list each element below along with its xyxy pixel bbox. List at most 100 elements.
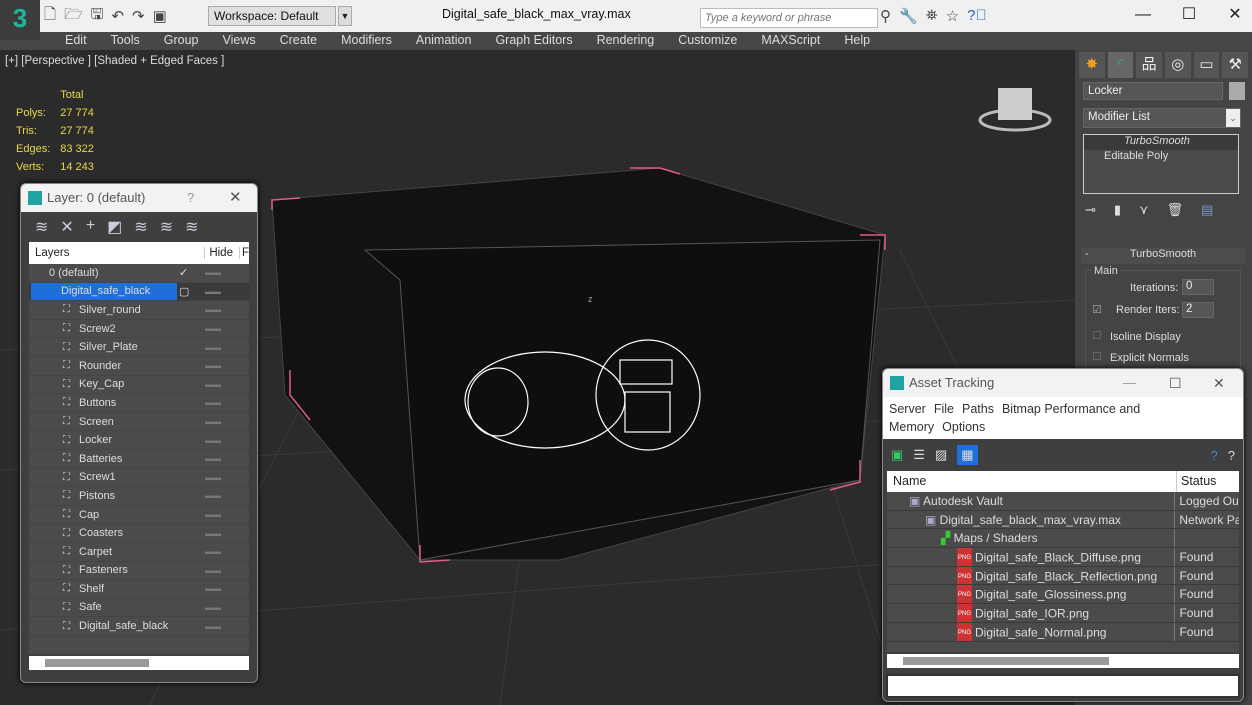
column-layers[interactable]: Layers xyxy=(29,247,176,259)
maximize-button[interactable]: ☐ xyxy=(1169,369,1182,397)
undo-icon[interactable]: ↶ xyxy=(111,7,124,25)
hide-toggle[interactable]: ▬▬ xyxy=(205,566,221,575)
hide-toggle[interactable]: ▬▬ xyxy=(205,436,221,445)
menu-group[interactable]: Group xyxy=(152,32,211,50)
menu-tools[interactable]: Tools xyxy=(99,32,152,50)
menu-rendering[interactable]: Rendering xyxy=(585,32,667,50)
hide-toggle[interactable]: ▬▬ xyxy=(205,622,221,631)
scrollbar-thumb[interactable] xyxy=(45,658,149,667)
asset-menu-server[interactable]: Server xyxy=(889,402,926,416)
asset-menu-bitmap-performance-and-memory[interactable]: Bitmap Performance and Memory xyxy=(889,402,1140,434)
search-input[interactable] xyxy=(700,8,878,28)
new-file-icon[interactable]: 🗋 xyxy=(44,4,56,29)
app-logo-button[interactable]: 3 xyxy=(0,0,40,40)
hide-toggle[interactable]: ▬▬ xyxy=(205,584,221,593)
layer-object-row[interactable]: ⛶ Coasters ▬▬ xyxy=(29,524,249,543)
create-tab-icon[interactable]: ✸ xyxy=(1079,52,1105,78)
layer-object-row[interactable]: ⛶ Buttons ▬▬ xyxy=(29,394,249,413)
new-layer-icon[interactable]: ≋ xyxy=(35,217,48,237)
help-icon[interactable]: ?⃝ xyxy=(967,7,987,25)
thumbnail-icon[interactable]: ▨ xyxy=(935,447,947,463)
object-color-swatch[interactable] xyxy=(1229,82,1245,100)
viewcube[interactable] xyxy=(978,88,1052,132)
hierarchy-tab-icon[interactable]: 品 xyxy=(1136,52,1163,78)
hide-toggle[interactable]: ▬▬ xyxy=(205,491,221,500)
asset-row[interactable]: ▣ Digital_safe_black_max_vray.max Network… xyxy=(887,510,1239,530)
maximize-button[interactable]: ☐ xyxy=(1166,4,1212,26)
layer-object-row[interactable]: ⛶ Screen ▬▬ xyxy=(29,412,249,432)
layer-object-row[interactable]: ⛶ Pistons ▬▬ xyxy=(29,487,249,506)
object-name-field[interactable]: Locker xyxy=(1083,82,1223,100)
active-check-icon[interactable]: ✓ xyxy=(179,266,188,279)
delete-icon[interactable]: ✕ xyxy=(60,217,73,237)
layer-object-row[interactable]: ⛶ Screw2 ▬▬ xyxy=(29,319,249,339)
star-icon[interactable]: ☆ xyxy=(946,7,959,25)
layer-object-row[interactable]: ⛶ Screw1 ▬▬ xyxy=(29,468,249,488)
layer-object-row[interactable]: ⛶ Batteries ▬▬ xyxy=(29,449,249,469)
minimize-button[interactable]: — xyxy=(1120,4,1166,26)
layer-row-selected[interactable]: Digital_safe_black ▢ ▬▬ xyxy=(29,282,249,302)
hide-toggle[interactable]: ▬▬ xyxy=(205,417,221,426)
redo-icon[interactable]: ↷ xyxy=(132,7,145,25)
asset-row[interactable]: PNG Digital_safe_Normal.png Found xyxy=(887,622,1239,642)
layer-object-row[interactable]: ⛶ Key_Cap ▬▬ xyxy=(29,375,249,395)
workspace-dropdown[interactable]: Workspace: Default xyxy=(208,6,336,26)
satellite-icon[interactable]: ⛯ xyxy=(926,7,938,25)
menu-modifiers[interactable]: Modifiers xyxy=(329,32,404,50)
hide-toggle[interactable]: ▬▬ xyxy=(205,529,221,538)
layer-object-row[interactable]: ⛶ Rounder ▬▬ xyxy=(29,356,249,376)
asset-row[interactable]: PNG Digital_safe_Glossiness.png Found xyxy=(887,585,1239,605)
turbosmooth-rollout-header[interactable]: - TurboSmooth xyxy=(1081,248,1245,264)
asset-row[interactable]: ▞ Maps / Shaders xyxy=(887,529,1239,549)
utilities-tab-icon[interactable]: ⚒ xyxy=(1222,52,1249,78)
isoline-checkbox[interactable]: ☐ xyxy=(1092,329,1102,342)
render-iters-checkbox[interactable]: ☑ xyxy=(1092,303,1102,316)
iterations-spinner[interactable]: 0 xyxy=(1182,279,1214,295)
highlight-help-icon[interactable]: ? xyxy=(1228,448,1235,463)
list-view-icon[interactable]: ☰ xyxy=(913,447,925,463)
asset-menu-paths[interactable]: Paths xyxy=(962,402,994,416)
hide-toggle[interactable]: ▬▬ xyxy=(205,510,221,519)
layer-object-row[interactable]: ⛶ Shelf ▬▬ xyxy=(29,580,249,599)
hide-toggle[interactable]: ▬▬ xyxy=(205,287,221,296)
layer-object-row[interactable]: ⛶ Digital_safe_black ▬▬ xyxy=(29,617,249,636)
table-view-icon[interactable]: ▦ xyxy=(957,445,978,465)
menu-views[interactable]: Views xyxy=(210,32,267,50)
asset-menu-options[interactable]: Options xyxy=(942,420,985,434)
render-iters-spinner[interactable]: 2 xyxy=(1182,302,1214,318)
pin-stack-icon[interactable]: ⊸ xyxy=(1085,202,1096,218)
hide-toggle[interactable]: ▬▬ xyxy=(205,454,221,463)
menu-edit[interactable]: Edit xyxy=(53,32,99,50)
layer-settings-icon[interactable]: ≋ xyxy=(185,217,198,237)
asset-menu-file[interactable]: File xyxy=(934,402,954,416)
asset-row[interactable]: PNG Digital_safe_Black_Diffuse.png Found xyxy=(887,548,1239,567)
open-folder-icon[interactable]: 🗁 xyxy=(64,4,83,29)
column-status[interactable]: Status xyxy=(1177,471,1216,492)
modifier-list-dropdown[interactable]: Modifier List ⌄ xyxy=(1083,108,1241,128)
close-button[interactable]: ✕ xyxy=(1212,4,1252,26)
layer-object-row[interactable]: ⛶ Silver_Plate ▬▬ xyxy=(29,338,249,357)
viewport-label[interactable]: [+] [Perspective ] [Shaded + Edged Faces… xyxy=(5,55,224,67)
toolbar-menu-button[interactable]: ▼ xyxy=(338,6,352,26)
modify-tab-icon[interactable]: ◜ xyxy=(1107,52,1134,78)
hide-toggle[interactable]: ▬▬ xyxy=(205,547,221,556)
configure-sets-icon[interactable]: ▤ xyxy=(1201,202,1213,218)
refresh-icon[interactable]: ▣ xyxy=(891,447,903,463)
help-icon[interactable]: ? xyxy=(1211,448,1218,463)
close-button[interactable]: ✕ xyxy=(229,184,242,212)
menu-create[interactable]: Create xyxy=(268,32,330,50)
menu-help[interactable]: Help xyxy=(832,32,882,50)
asset-row[interactable]: PNG Digital_safe_IOR.png Found xyxy=(887,604,1239,623)
help-button[interactable]: ? xyxy=(187,184,194,212)
stack-item-turbosmooth[interactable]: TurboSmooth xyxy=(1084,135,1238,150)
highlight-layer-icon[interactable]: ≋ xyxy=(160,217,173,237)
display-tab-icon[interactable]: ▭ xyxy=(1193,52,1220,78)
menu-graph-editors[interactable]: Graph Editors xyxy=(483,32,584,50)
show-end-result-icon[interactable]: ▮ xyxy=(1114,202,1121,218)
hide-toggle[interactable]: ▬▬ xyxy=(205,305,221,314)
asset-row[interactable]: ▣ Autodesk Vault Logged Out xyxy=(887,492,1239,511)
layer-object-row[interactable]: ⛶ Cap ▬▬ xyxy=(29,505,249,525)
hide-toggle[interactable]: ▬▬ xyxy=(205,473,221,482)
horizontal-scrollbar[interactable] xyxy=(29,655,249,670)
hide-toggle[interactable]: ▬▬ xyxy=(205,603,221,612)
